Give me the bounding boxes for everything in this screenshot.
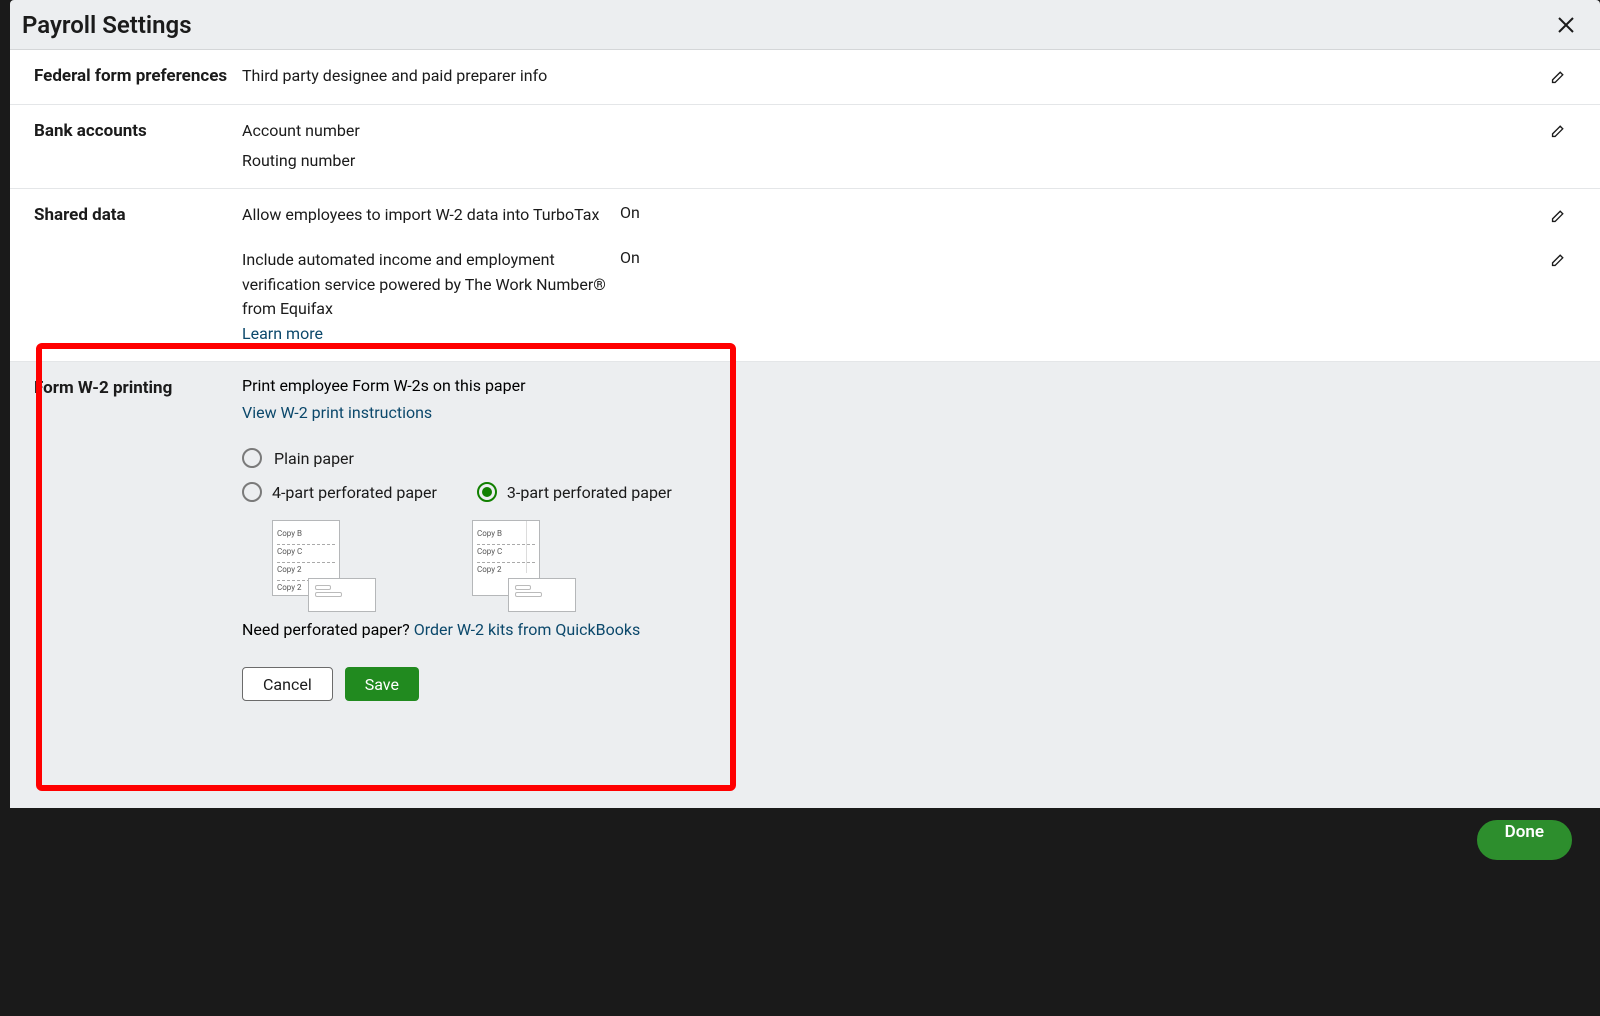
done-button[interactable]: Done (1477, 820, 1572, 860)
radio-plain-paper[interactable] (242, 448, 262, 468)
edit-button[interactable] (1546, 119, 1570, 143)
row-text-span: Include automated income and employment … (242, 250, 606, 319)
section-label: Form W-2 printing (34, 376, 242, 701)
pencil-icon (1550, 207, 1567, 224)
modal-content: Federal form preferences Third party des… (10, 50, 1600, 741)
preview-label: Copy C (277, 545, 335, 563)
order-kits-link[interactable]: Order W-2 kits from QuickBooks (414, 620, 641, 639)
section-federal-form-preferences: Federal form preferences Third party des… (10, 50, 1600, 105)
need-paper-text: Need perforated paper? (242, 620, 414, 639)
cancel-button[interactable]: Cancel (242, 667, 333, 701)
section-bank-accounts: Bank accounts Account number Routing num… (10, 105, 1600, 190)
paper-previews: Copy B Copy C Copy 2 Copy 2 (272, 520, 1570, 596)
row-text: Include automated income and employment … (242, 248, 620, 347)
row-value: On (620, 203, 640, 222)
edit-button[interactable] (1546, 64, 1570, 88)
save-button[interactable]: Save (345, 667, 419, 701)
w2-prompt: Print employee Form W-2s on this paper (242, 376, 1570, 395)
row-text: Routing number (242, 149, 1570, 174)
section-label: Bank accounts (34, 119, 242, 175)
section-label: Federal form preferences (34, 64, 242, 90)
modal-header: Payroll Settings (10, 0, 1600, 50)
w2-instructions-link[interactable]: View W-2 print instructions (242, 403, 432, 422)
row-text: Allow employees to import W-2 data into … (242, 203, 620, 228)
modal-title: Payroll Settings (22, 11, 192, 39)
pencil-icon (1550, 251, 1567, 268)
learn-more-link[interactable]: Learn more (242, 324, 323, 343)
close-button[interactable] (1552, 11, 1580, 39)
need-paper-row: Need perforated paper? Order W-2 kits fr… (242, 620, 1570, 639)
close-icon (1557, 16, 1575, 34)
section-label: Shared data (34, 203, 242, 347)
preview-mini (308, 578, 376, 612)
row-text: Account number (242, 119, 1546, 144)
edit-button[interactable] (1546, 203, 1570, 227)
preview-mini (508, 578, 576, 612)
radio-label: 4-part perforated paper (272, 483, 437, 502)
pencil-icon (1550, 68, 1567, 85)
pencil-icon (1550, 122, 1567, 139)
edit-button[interactable] (1546, 248, 1570, 272)
modal-footer: Done (10, 808, 1600, 871)
payroll-settings-modal: Payroll Settings Federal form preference… (10, 0, 1600, 808)
radio-label: Plain paper (274, 449, 354, 468)
section-form-w2-printing: Form W-2 printing Print employee Form W-… (10, 362, 1600, 741)
section-shared-data: Shared data Allow employees to import W-… (10, 189, 1600, 362)
radio-4part[interactable] (242, 482, 262, 502)
radio-3part[interactable] (477, 482, 497, 502)
row-value: On (620, 248, 640, 267)
preview-label: Copy B (277, 527, 335, 545)
radio-label: 3-part perforated paper (507, 483, 672, 502)
page-root: Payroll Settings Federal form preference… (0, 0, 1600, 1016)
row-text: Third party designee and paid preparer i… (242, 64, 1546, 89)
